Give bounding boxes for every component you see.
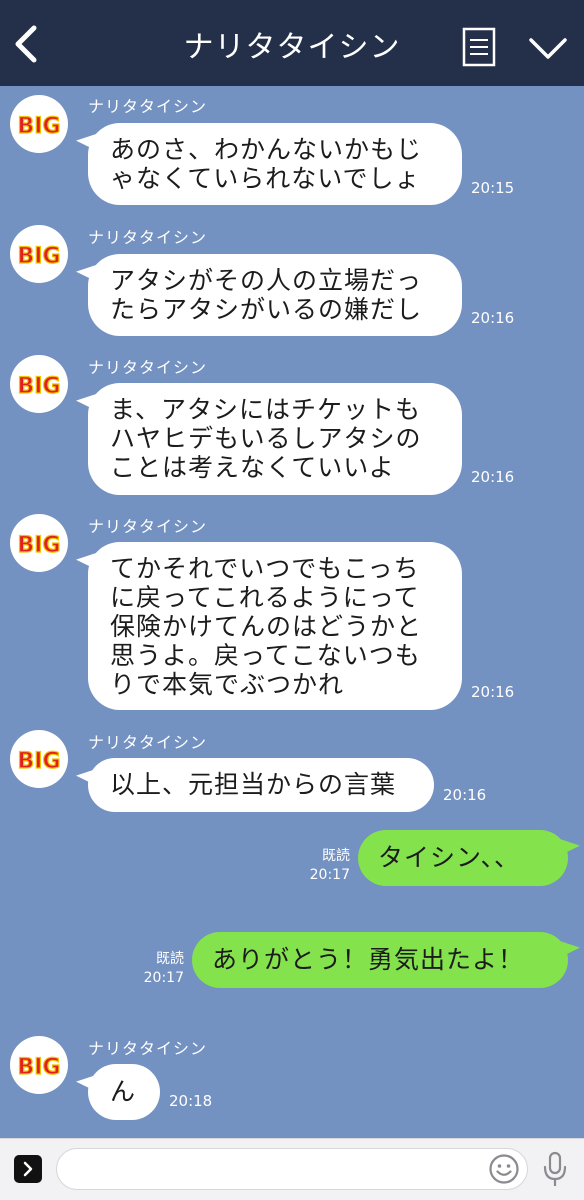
menu-button[interactable]: [462, 27, 496, 67]
sender-name: ナリタタイシン: [88, 733, 208, 752]
message-bubble[interactable]: あのさ、わかんないかもじ ゃなくていられないでしょ: [88, 123, 462, 205]
message-input-bar: [0, 1138, 584, 1200]
chat-header: ナリタタイシン: [0, 0, 584, 86]
sender-name: ナリタタイシン: [88, 1039, 208, 1058]
big-logo-icon: BIG: [17, 113, 61, 139]
sender-name: ナリタタイシン: [88, 228, 208, 247]
read-label: 既読: [156, 951, 184, 967]
big-logo-icon: BIG: [17, 1054, 61, 1080]
emoji-button[interactable]: [488, 1153, 520, 1185]
contact-avatar[interactable]: BIG: [10, 514, 68, 572]
big-logo-icon: BIG: [17, 532, 61, 558]
expand-button[interactable]: [14, 1155, 42, 1183]
big-logo-icon: BIG: [17, 748, 61, 774]
message-list[interactable]: BIG ナリタタイシン あのさ、わかんないかもじ ゃなくていられないでしょ 20…: [0, 86, 584, 1138]
big-logo-icon: BIG: [17, 373, 61, 399]
message-bubble[interactable]: ま、アタシにはチケットも ハヤヒデもいるしアタシの ことは考えなくていいよ: [88, 383, 462, 495]
message-time: 20:15: [471, 179, 515, 197]
message-bubble[interactable]: ありがとう！勇気出たよ！: [192, 932, 568, 988]
read-label: 既読: [322, 848, 350, 864]
message-time: 20:17: [143, 970, 184, 986]
microphone-icon: [543, 1151, 567, 1186]
message-input[interactable]: [56, 1148, 528, 1190]
chat-screen: ナリタタイシン BIG ナリタタイシン あのさ、わかんないかもじ ゃなくていられ…: [0, 0, 584, 1200]
chat-title: ナリタタイシン: [183, 30, 401, 65]
message-bubble[interactable]: アタシがその人の立場だっ たらアタシがいるの嫌だし: [88, 254, 462, 336]
sender-name: ナリタタイシン: [88, 517, 208, 536]
svg-text:BIG: BIG: [17, 533, 60, 558]
message-bubble[interactable]: 以上、元担当からの言葉: [88, 758, 434, 812]
svg-text:BIG: BIG: [17, 1055, 60, 1080]
message-bubble[interactable]: てかそれでいつでもこっち に戻ってこれるようにって 保険かけてんのはどうかと 思…: [88, 542, 462, 710]
message-time: 20:16: [443, 786, 487, 804]
svg-text:BIG: BIG: [17, 244, 60, 269]
message-bubble[interactable]: ん: [88, 1064, 160, 1120]
svg-text:BIG: BIG: [17, 749, 60, 774]
menu-list-icon: [462, 27, 496, 67]
contact-avatar[interactable]: BIG: [10, 225, 68, 283]
contact-avatar[interactable]: BIG: [10, 730, 68, 788]
read-status: 既読 20:17: [300, 847, 350, 885]
contact-avatar[interactable]: BIG: [10, 1036, 68, 1094]
big-logo-icon: BIG: [17, 243, 61, 269]
message-time: 20:18: [169, 1092, 213, 1110]
expand-arrow-icon: [23, 1161, 33, 1177]
svg-text:BIG: BIG: [17, 374, 60, 399]
read-status: 既読 20:17: [134, 950, 184, 988]
microphone-button[interactable]: [542, 1151, 568, 1189]
sender-name: ナリタタイシン: [88, 358, 208, 377]
message-time: 20:16: [471, 309, 515, 327]
sender-name: ナリタタイシン: [88, 97, 208, 116]
chevron-down-icon: [529, 38, 567, 59]
message-bubble[interactable]: タイシン、、: [358, 830, 568, 886]
contact-avatar[interactable]: BIG: [10, 95, 68, 153]
message-time: 20:17: [309, 867, 350, 883]
emoji-icon: [489, 1154, 519, 1184]
collapse-button[interactable]: [528, 36, 568, 62]
message-time: 20:16: [471, 468, 515, 486]
svg-text:BIG: BIG: [17, 114, 60, 139]
contact-avatar[interactable]: BIG: [10, 355, 68, 413]
message-time: 20:16: [471, 683, 515, 701]
